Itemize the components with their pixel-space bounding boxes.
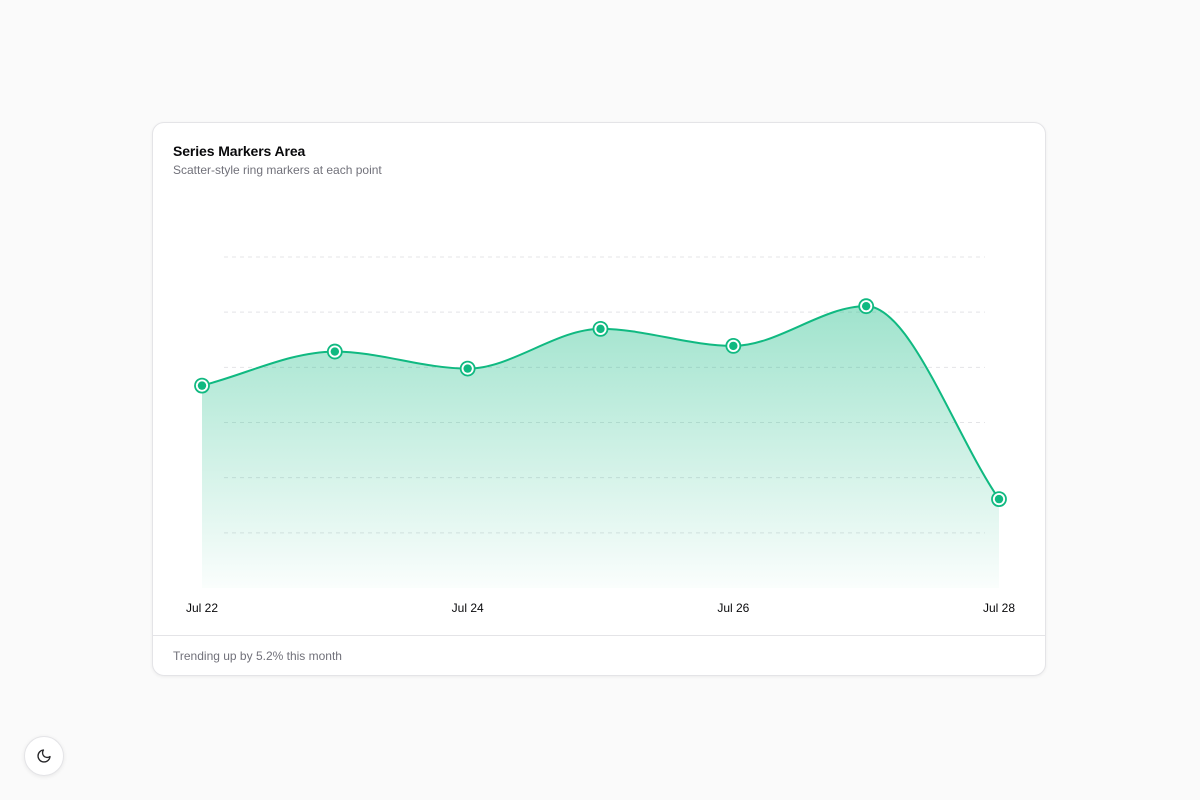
- data-point-marker[interactable]: Jul 23: 250: [326, 343, 343, 360]
- data-point-marker[interactable]: Jul 24: 232: [459, 360, 476, 377]
- chart-card: Series Markers Area Scatter-style ring m…: [152, 122, 1046, 676]
- data-point-marker[interactable]: Jul 27: 298: [858, 298, 875, 315]
- x-tick-label: Jul 24: [452, 601, 484, 615]
- area-series: [201, 305, 1000, 588]
- moon-icon: [37, 749, 51, 763]
- x-tick-label: Jul 28: [983, 601, 1015, 615]
- marker-dot: [330, 347, 340, 356]
- trend-text: Trending up by 5.2% this month: [173, 649, 342, 663]
- marker-dot: [197, 381, 207, 390]
- x-axis: Jul 22 Jul 24 Jul 26 Jul 28: [186, 601, 1015, 615]
- marker-dot: [596, 324, 605, 334]
- data-point-marker[interactable]: Jul 28: 94: [991, 491, 1007, 508]
- x-tick-label: Jul 22: [186, 601, 218, 615]
- area-fill: [202, 306, 999, 588]
- marker-dot: [861, 301, 871, 311]
- card-footer: Trending up by 5.2% this month: [153, 635, 1045, 675]
- area-chart: Jul 22: 214 Jul 23: 250 Jul 24: 232 Jul 25:…: [186, 256, 1015, 615]
- data-point-marker[interactable]: Jul 22: 214: [194, 377, 210, 394]
- data-point-marker[interactable]: Jul 26: 256: [725, 337, 742, 354]
- theme-toggle-button[interactable]: [24, 736, 64, 776]
- marker-dot: [463, 364, 472, 373]
- x-tick-label: Jul 26: [717, 601, 749, 615]
- data-point-marker[interactable]: Jul 25: 274: [592, 320, 609, 337]
- marker-dot: [729, 341, 738, 351]
- marker-dot: [994, 494, 1004, 504]
